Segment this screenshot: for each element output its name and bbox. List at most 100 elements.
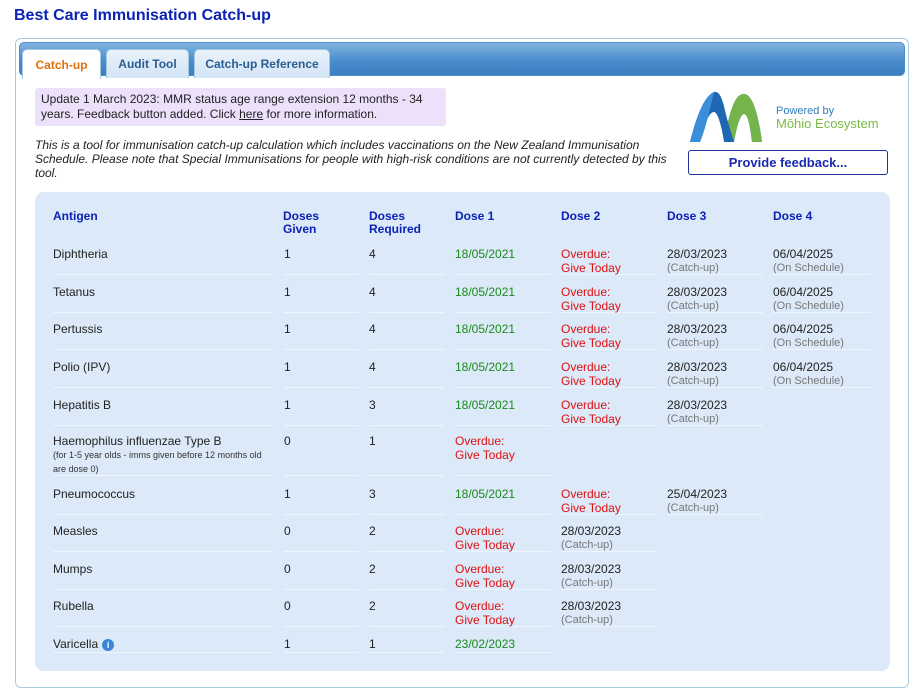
header-dose-3: Dose 3 <box>667 209 707 223</box>
dose-2-give-today: Give Today <box>561 299 621 313</box>
dose-2-overdue: Overdue: <box>561 487 611 501</box>
doses-given: 0 <box>284 434 358 476</box>
dose-4-value: 06/04/2025 <box>773 247 834 261</box>
doses-required: 2 <box>369 562 445 590</box>
doses-given: 0 <box>284 562 358 590</box>
doses-given: 0 <box>284 524 358 552</box>
dose-4-note: (On Schedule) <box>773 262 844 274</box>
dose-2-overdue: Overdue: <box>561 285 611 299</box>
dose-2-give-today: Give Today <box>561 412 621 426</box>
doses-given: 0 <box>284 599 358 627</box>
dose-3-date: 28/03/2023 (Catch-up) <box>667 360 763 388</box>
dose-3-value: 28/03/2023 <box>667 322 728 336</box>
doses-given: 1 <box>284 360 358 388</box>
dose-2-status: Overdue: Give Today <box>561 285 657 313</box>
notice-link-here[interactable]: here <box>239 107 263 121</box>
doses-given: 1 <box>284 285 358 313</box>
antigen-name: Diphtheria <box>53 247 273 275</box>
dose-3-value: 28/03/2023 <box>667 398 728 412</box>
doses-required: 1 <box>369 434 445 476</box>
doses-required: 4 <box>369 247 445 275</box>
dose-2-value: 28/03/2023 <box>561 599 622 613</box>
header-doses-required-line2: Required <box>369 222 422 236</box>
doses-given: 1 <box>284 322 358 350</box>
dose-4-value: 06/04/2025 <box>773 322 834 336</box>
header-antigen: Antigen <box>53 209 98 223</box>
dose-1-date: 18/05/2021 <box>455 247 551 275</box>
dose-3-note: (Catch-up) <box>667 262 719 274</box>
dose-4-date: 06/04/2025 (On Schedule) <box>773 247 871 275</box>
dose-4-note: (On Schedule) <box>773 337 844 349</box>
intro-text: This is a tool for immunisation catch-up… <box>35 138 667 180</box>
header-dose-4: Dose 4 <box>773 209 813 223</box>
dose-3-date: 28/03/2023 (Catch-up) <box>667 322 763 350</box>
dose-4-value: 06/04/2025 <box>773 360 834 374</box>
dose-3-note: (Catch-up) <box>667 375 719 387</box>
page-title: Best Care Immunisation Catch-up <box>14 7 271 24</box>
dose-2-give-today: Give Today <box>561 501 621 515</box>
dose-3-note: (Catch-up) <box>667 502 719 514</box>
dose-1-give-today: Give Today <box>455 613 515 627</box>
dose-1-give-today: Give Today <box>455 448 515 462</box>
dose-2-status: Overdue: Give Today <box>561 247 657 275</box>
antigen-name: Mumps <box>53 562 273 590</box>
dose-2-date: 28/03/2023 (Catch-up) <box>561 524 657 552</box>
header-dose-1: Dose 1 <box>455 209 495 223</box>
dose-1-status: Overdue: Give Today <box>455 599 551 627</box>
dose-2-status: Overdue: Give Today <box>561 322 657 350</box>
antigen-label: Haemophilus influenzae Type B <box>53 434 222 448</box>
tab-catch-up-reference[interactable]: Catch-up Reference <box>194 49 330 78</box>
header-dose-2: Dose 2 <box>561 209 601 223</box>
doses-required: 2 <box>369 524 445 552</box>
antigen-name: Hepatitis B <box>53 398 273 426</box>
dose-3-date: 28/03/2023 (Catch-up) <box>667 285 763 313</box>
dose-2-overdue: Overdue: <box>561 398 611 412</box>
dose-4-date: 06/04/2025 (On Schedule) <box>773 285 871 313</box>
dose-1-status: Overdue: Give Today <box>455 524 551 552</box>
dose-3-date: 25/04/2023 (Catch-up) <box>667 487 763 515</box>
dose-2-status: Overdue: Give Today <box>561 360 657 388</box>
dose-1-give-today: Give Today <box>455 576 515 590</box>
antigen-name: Rubella <box>53 599 273 627</box>
dose-4-note: (On Schedule) <box>773 300 844 312</box>
dose-2-note: (Catch-up) <box>561 614 613 626</box>
dose-4-date: 06/04/2025 (On Schedule) <box>773 360 871 388</box>
brand-label: Mōhio Ecosystem <box>776 116 879 131</box>
doses-given: 1 <box>284 398 358 426</box>
dose-2-status: Overdue: Give Today <box>561 398 657 426</box>
dose-2-status: Overdue: Give Today <box>561 487 657 515</box>
info-icon[interactable]: i <box>102 639 115 651</box>
tab-catch-up[interactable]: Catch-up <box>22 49 101 79</box>
dose-2-date: 28/03/2023 (Catch-up) <box>561 562 657 590</box>
antigen-label: Varicella <box>53 637 99 651</box>
antigen-name: Haemophilus influenzae Type B (for 1-5 ye… <box>53 434 273 476</box>
tab-audit-tool[interactable]: Audit Tool <box>106 49 189 78</box>
dose-1-date: 18/05/2021 <box>455 360 551 388</box>
dose-1-date: 23/02/2023 <box>455 637 551 653</box>
dose-1-date: 18/05/2021 <box>455 285 551 313</box>
provide-feedback-button[interactable]: Provide feedback... <box>688 150 888 175</box>
dose-1-overdue: Overdue: <box>455 434 505 448</box>
antigen-name: Varicella i <box>53 637 273 653</box>
dose-2-overdue: Overdue: <box>561 360 611 374</box>
antigen-name: Tetanus <box>53 285 273 313</box>
dose-1-status: Overdue: Give Today <box>455 562 551 590</box>
header-doses-given: Doses Given <box>283 210 319 236</box>
dose-3-date: 28/03/2023 (Catch-up) <box>667 247 763 275</box>
dose-3-value: 28/03/2023 <box>667 360 728 374</box>
doses-required: 1 <box>369 637 445 653</box>
doses-given: 1 <box>284 487 358 515</box>
tab-bar: Catch-up Audit Tool Catch-up Reference <box>19 42 905 79</box>
dose-1-overdue: Overdue: <box>455 599 505 613</box>
antigen-name: Polio (IPV) <box>53 360 273 388</box>
dose-2-value: 28/03/2023 <box>561 562 622 576</box>
dose-1-overdue: Overdue: <box>455 524 505 538</box>
dose-3-value: 25/04/2023 <box>667 487 728 501</box>
dose-2-give-today: Give Today <box>561 261 621 275</box>
dose-3-date: 28/03/2023 (Catch-up) <box>667 398 763 426</box>
header-doses-required: Doses Required <box>369 210 421 236</box>
dose-2-overdue: Overdue: <box>561 322 611 336</box>
mohio-logo-icon <box>690 91 762 142</box>
dose-2-note: (Catch-up) <box>561 539 613 551</box>
dose-3-note: (Catch-up) <box>667 300 719 312</box>
